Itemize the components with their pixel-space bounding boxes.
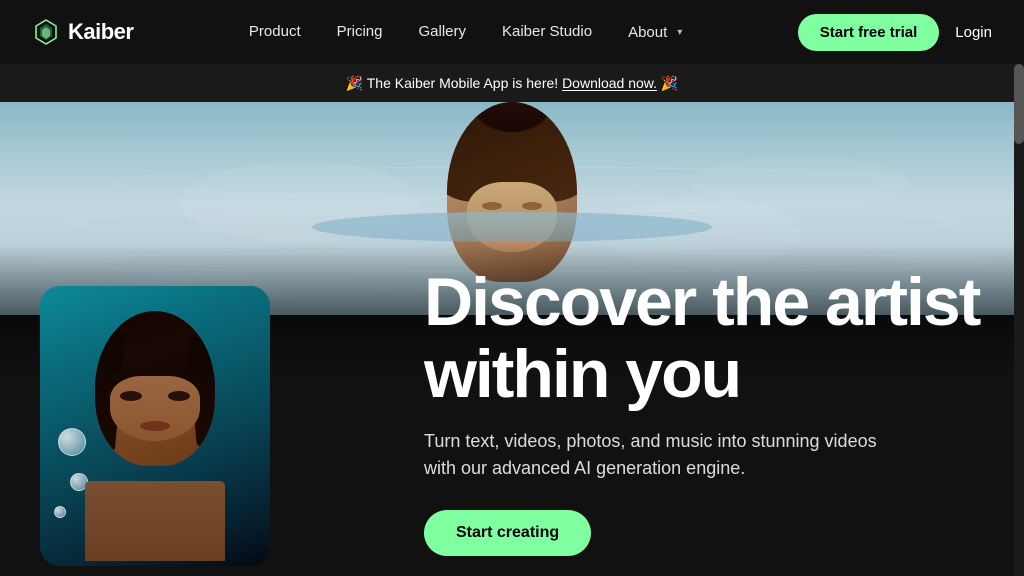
ai-portrait-card xyxy=(40,286,270,566)
logo[interactable]: Kaiber xyxy=(32,18,133,46)
nav-item-pricing[interactable]: Pricing xyxy=(337,23,383,41)
nav-links: Product Pricing Gallery Kaiber Studio Ab… xyxy=(249,23,682,41)
nav-item-gallery[interactable]: Gallery xyxy=(418,23,466,41)
hero-section: Discover the artist within you Turn text… xyxy=(0,102,1024,576)
chevron-down-icon: ▾ xyxy=(677,27,682,38)
logo-text: Kaiber xyxy=(68,19,133,45)
scrollbar[interactable] xyxy=(1014,64,1024,576)
announcement-download-link[interactable]: Download now. xyxy=(562,75,657,91)
announcement-bar: 🎉 The Kaiber Mobile App is here! Downloa… xyxy=(0,64,1024,102)
nav-item-product[interactable]: Product xyxy=(249,23,301,41)
nav-actions: Start free trial Login xyxy=(798,14,992,51)
nav-link-pricing[interactable]: Pricing xyxy=(337,23,383,40)
nav-link-about[interactable]: About ▾ xyxy=(628,24,682,41)
hero-headline: Discover the artist within you xyxy=(424,267,984,410)
announcement-text-before: 🎉 The Kaiber Mobile App is here! xyxy=(346,75,559,92)
nav-item-about[interactable]: About ▾ xyxy=(628,24,682,41)
nav-item-kaiber-studio[interactable]: Kaiber Studio xyxy=(502,23,592,41)
hero-subtext: Turn text, videos, photos, and music int… xyxy=(424,428,904,482)
portrait-figure xyxy=(65,301,245,561)
navbar: Kaiber Product Pricing Gallery Kaiber St… xyxy=(0,0,1024,64)
headline-line2: within you xyxy=(424,336,740,412)
scrollbar-thumb[interactable] xyxy=(1014,64,1024,144)
headline-line1: Discover the artist xyxy=(424,264,979,340)
announcement-text-after: 🎉 xyxy=(661,75,678,92)
start-creating-button[interactable]: Start creating xyxy=(424,510,591,556)
hero-content: Discover the artist within you Turn text… xyxy=(424,267,984,556)
start-free-trial-button[interactable]: Start free trial xyxy=(798,14,940,51)
nav-link-product[interactable]: Product xyxy=(249,23,301,40)
kaiber-logo-icon xyxy=(32,18,60,46)
nav-link-gallery[interactable]: Gallery xyxy=(418,23,466,40)
nav-link-kaiber-studio[interactable]: Kaiber Studio xyxy=(502,23,592,40)
login-button[interactable]: Login xyxy=(955,24,992,41)
